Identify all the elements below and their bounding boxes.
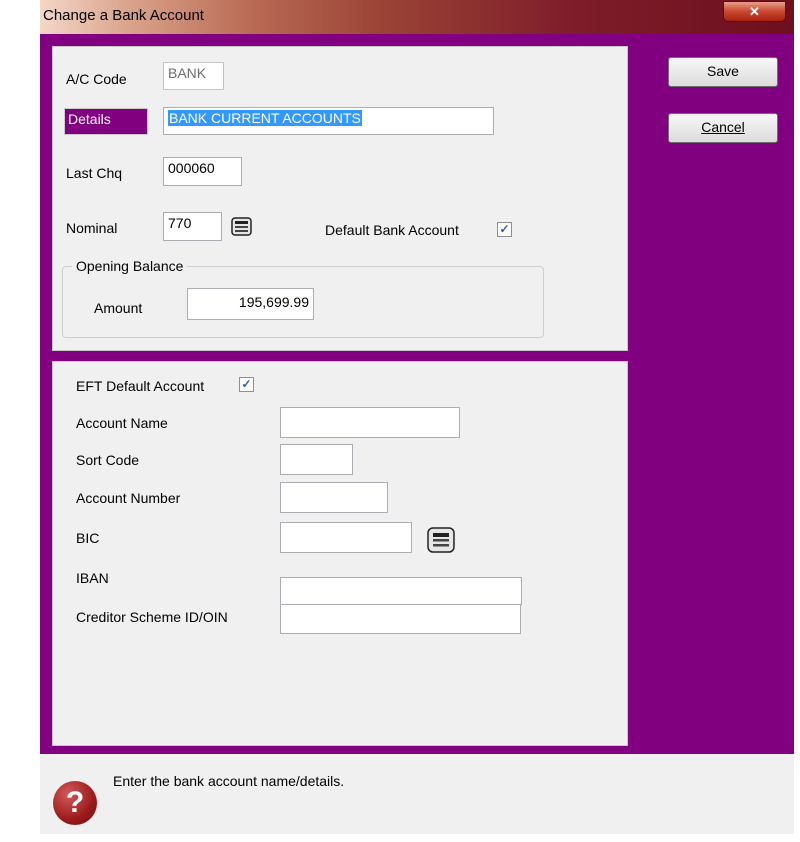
status-message: Enter the bank account name/details. (113, 773, 345, 789)
close-button[interactable]: ✕ (723, 1, 786, 22)
default-bank-checkbox[interactable]: ✓ (497, 222, 512, 237)
status-bar (40, 754, 794, 834)
amount-field[interactable]: 195,699.99 (187, 288, 314, 320)
check-icon: ✓ (241, 377, 252, 391)
check-icon: ✓ (499, 222, 510, 236)
eft-default-label: EFT Default Account (76, 378, 205, 394)
ac-code-field[interactable]: BANK (163, 62, 224, 90)
nominal-label: Nominal (66, 220, 118, 236)
ac-code-label: A/C Code (66, 71, 127, 87)
details-field[interactable]: BANK CURRENT ACCOUNTS (163, 107, 494, 135)
account-number-label: Account Number (76, 490, 181, 506)
close-icon: ✕ (749, 4, 760, 19)
eft-default-checkbox[interactable]: ✓ (239, 377, 254, 392)
cancel-label: Cancel (701, 119, 745, 135)
save-button[interactable]: Save (668, 57, 778, 87)
iban-label: IBAN (76, 570, 109, 586)
sort-code-field[interactable] (280, 444, 353, 475)
details-selected-text: BANK CURRENT ACCOUNTS (168, 110, 362, 126)
account-name-label: Account Name (76, 415, 168, 431)
window-title: Change a Bank Account (43, 7, 204, 24)
creditor-field[interactable] (280, 604, 521, 634)
iban-field[interactable] (280, 577, 522, 605)
creditor-label: Creditor Scheme ID/OIN (76, 609, 228, 625)
bic-field[interactable] (280, 522, 412, 553)
details-label: Details (64, 108, 148, 135)
sort-code-label: Sort Code (76, 452, 140, 468)
opening-balance-title: Opening Balance (72, 258, 188, 274)
account-name-field[interactable] (280, 407, 460, 438)
lookup-book-icon (427, 527, 455, 553)
bic-lookup-button[interactable] (426, 526, 456, 554)
last-chq-field[interactable]: 000060 (163, 157, 242, 186)
bic-label: BIC (76, 530, 100, 546)
last-chq-label: Last Chq (66, 165, 123, 181)
lookup-book-icon (231, 217, 252, 236)
nominal-field[interactable]: 770 (163, 212, 222, 241)
account-number-field[interactable] (280, 482, 388, 513)
cancel-button[interactable]: Cancel (668, 113, 778, 143)
question-icon: ? (53, 781, 97, 825)
nominal-lookup-button[interactable] (230, 216, 254, 238)
amount-label: Amount (94, 300, 143, 316)
default-bank-label: Default Bank Account (325, 222, 459, 238)
